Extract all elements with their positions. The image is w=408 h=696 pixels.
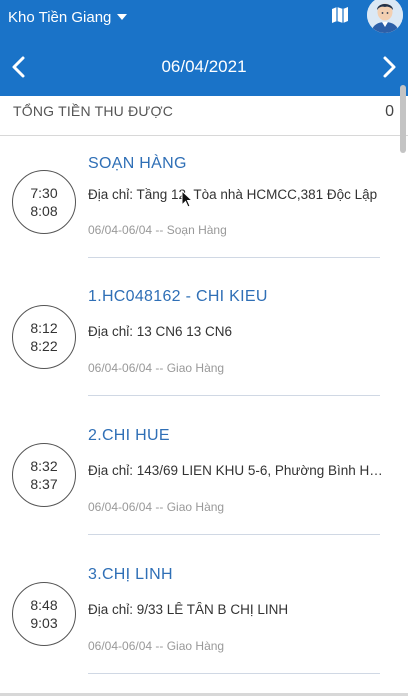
scrollbar-thumb[interactable] bbox=[400, 85, 406, 153]
stop-address: Địa chỉ: 13 CN6 13 CN6 bbox=[88, 324, 233, 339]
list-item[interactable]: 7:30 8:08 SOẠN HÀNG Địa chỉ: Tầng 12, Tò… bbox=[0, 137, 408, 275]
chevron-right-icon[interactable] bbox=[378, 55, 400, 79]
map-icon[interactable] bbox=[331, 7, 349, 23]
stop-title[interactable]: SOẠN HÀNG bbox=[88, 155, 187, 173]
end-time: 8:22 bbox=[30, 338, 58, 354]
store-selector[interactable]: Kho Tiền Giang bbox=[8, 6, 128, 28]
start-time: 8:32 bbox=[30, 458, 58, 474]
current-date: 06/04/2021 bbox=[161, 57, 247, 76]
caret-down-icon[interactable] bbox=[117, 14, 128, 20]
stop-list[interactable]: 7:30 8:08 SOẠN HÀNG Địa chỉ: Tầng 12, Tò… bbox=[0, 137, 408, 696]
store-name[interactable]: Kho Tiền Giang bbox=[8, 9, 111, 26]
stop-meta: 06/04-06/04 -- Soạn Hàng bbox=[88, 223, 227, 237]
time-circle: 8:12 8:22 bbox=[12, 305, 76, 369]
time-circle: 8:32 8:37 bbox=[12, 443, 76, 507]
item-divider bbox=[88, 673, 380, 674]
end-time: 9:03 bbox=[30, 615, 58, 631]
item-divider bbox=[88, 395, 380, 396]
stop-meta: 06/04-06/04 -- Giao Hàng bbox=[88, 361, 225, 375]
stop-address: Địa chỉ: 9/33 LÊ TÂN B CHỊ LINH bbox=[88, 602, 289, 617]
list-item[interactable]: 8:12 8:22 1.HC048162 - CHI KIEU Địa chỉ:… bbox=[0, 275, 408, 413]
stop-title[interactable]: 2.CHI HUE bbox=[88, 427, 170, 445]
start-time: 7:30 bbox=[30, 185, 58, 201]
list-item[interactable]: 8:32 8:37 2.CHI HUE Địa chỉ: 143/69 LIEN… bbox=[0, 413, 408, 551]
user-avatar[interactable] bbox=[367, 0, 403, 33]
stop-meta: 06/04-06/04 -- Giao Hàng bbox=[88, 639, 225, 653]
start-time: 8:12 bbox=[30, 320, 58, 336]
start-time: 8:48 bbox=[30, 597, 58, 613]
stop-address: Địa chỉ: 143/69 LIEN KHU 5-6, Phường Bìn… bbox=[88, 463, 384, 478]
total-collected-value: 0 bbox=[385, 103, 394, 120]
item-divider bbox=[88, 534, 380, 535]
time-circle: 8:48 9:03 bbox=[12, 582, 76, 646]
total-collected-label: TỔNG TIỀN THU ĐƯỢC bbox=[13, 103, 174, 119]
item-divider bbox=[88, 257, 380, 258]
stop-meta: 06/04-06/04 -- Giao Hàng bbox=[88, 500, 225, 514]
avatar-illustration bbox=[367, 0, 403, 33]
list-item[interactable]: 8:48 9:03 3.CHỊ LINH Địa chỉ: 9/33 LÊ TÂ… bbox=[0, 552, 408, 690]
stop-title[interactable]: 3.CHỊ LINH bbox=[88, 566, 173, 584]
mouse-cursor-icon bbox=[181, 190, 193, 208]
stop-address: Địa chỉ: Tầng 12, Tòa nhà HCMCC,381 Độc … bbox=[88, 187, 378, 202]
stop-title[interactable]: 1.HC048162 - CHI KIEU bbox=[88, 288, 268, 306]
end-time: 8:37 bbox=[30, 476, 58, 492]
total-collected-bar: TỔNG TIỀN THU ĐƯỢC 0 bbox=[0, 96, 408, 136]
time-circle: 7:30 8:08 bbox=[12, 170, 76, 234]
app-header: Kho Tiền Giang 06/04/2021 bbox=[0, 0, 408, 96]
end-time: 8:08 bbox=[30, 203, 58, 219]
